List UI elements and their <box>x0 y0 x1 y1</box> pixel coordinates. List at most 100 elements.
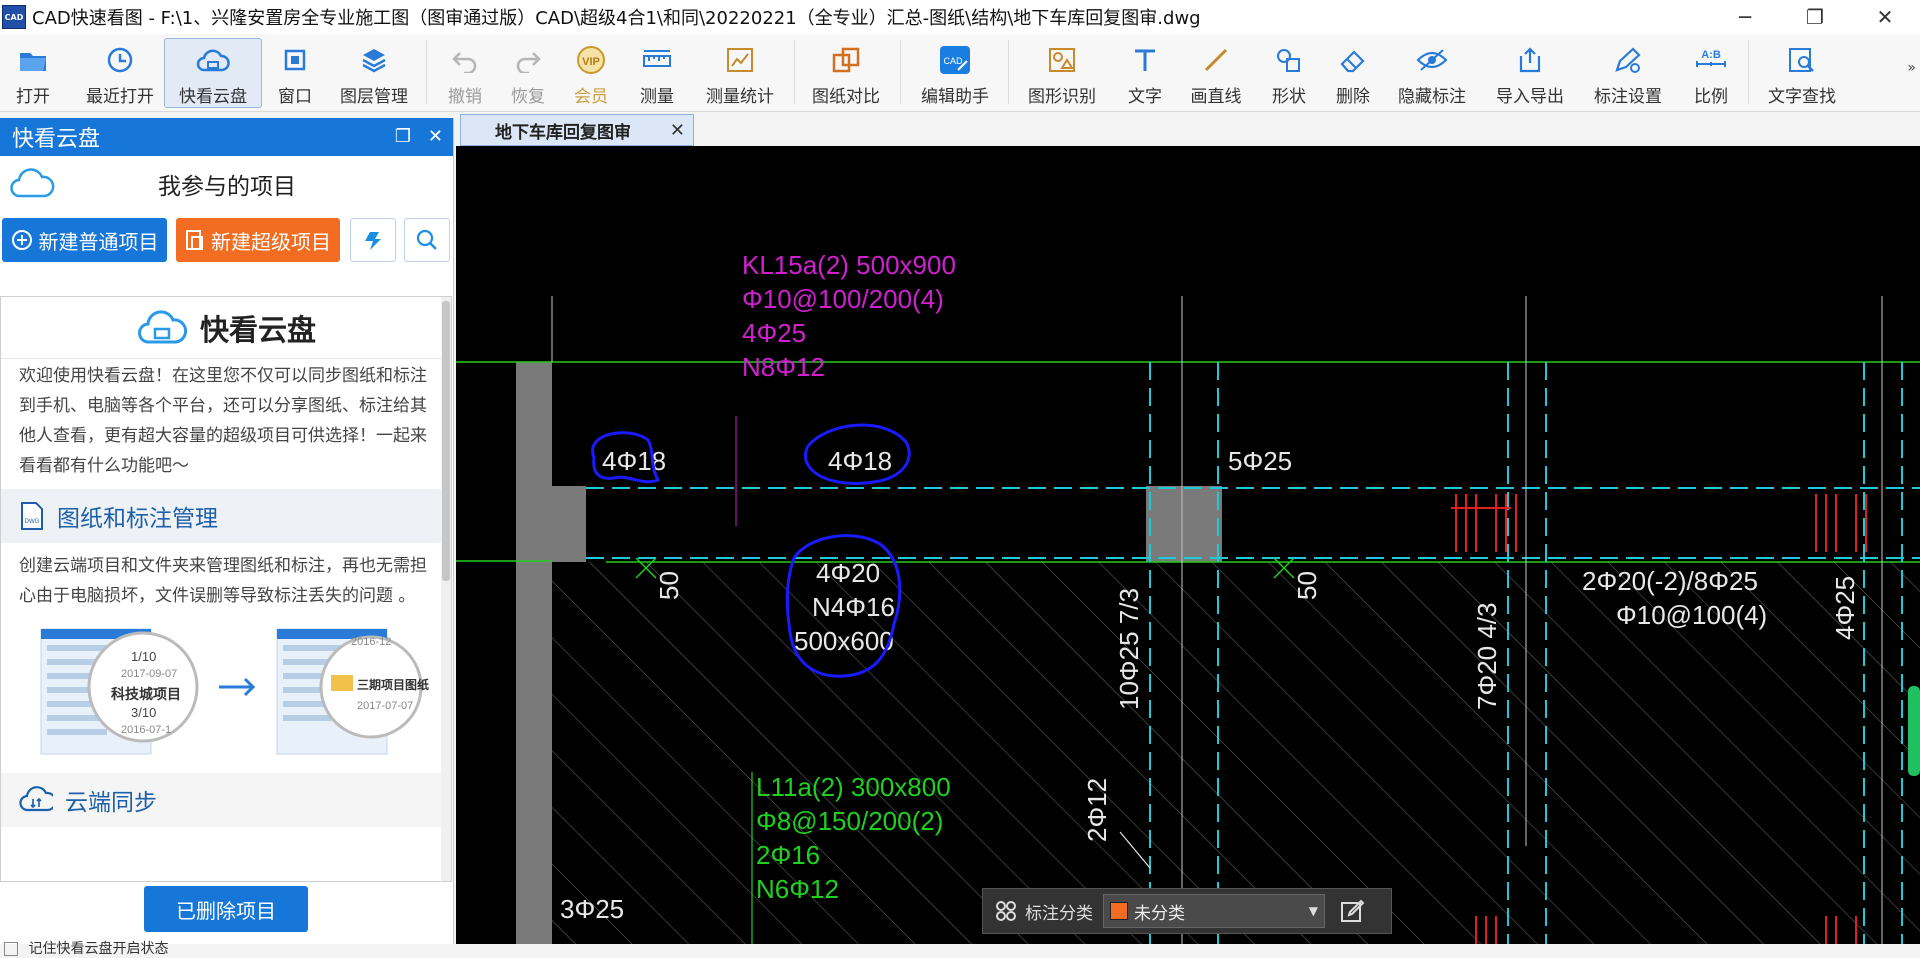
toolbar-separator <box>1008 40 1009 104</box>
edit-assistant-icon: CAD <box>938 42 972 78</box>
grid-menu-icon[interactable] <box>993 898 1019 924</box>
svg-text:N6Φ12: N6Φ12 <box>756 874 839 904</box>
window-title: CAD快速看图 - F:\1、兴隆安置房全专业施工图（图审通过版）CAD\超级4… <box>32 8 1201 29</box>
svg-text:2Φ12: 2Φ12 <box>1082 778 1112 842</box>
document-tab-bar: 地下车库回复图审 ✕ <box>456 112 1920 146</box>
project-section-title: 我参与的项目 <box>158 174 296 200</box>
feature-illustration: 1/10 2017-09-07 科技城项目 3/10 2016-07-1 201… <box>40 628 429 755</box>
panel-undock-icon[interactable]: ❐ <box>395 126 411 147</box>
sync-button[interactable] <box>350 218 396 262</box>
svg-text:7Φ20 4/3: 7Φ20 4/3 <box>1472 603 1502 711</box>
measure-stats-button[interactable]: 测量统计 <box>700 38 780 108</box>
ruler-icon <box>640 42 674 78</box>
svg-text:4Φ18: 4Φ18 <box>828 446 892 476</box>
svg-text:三期项目图纸: 三期项目图纸 <box>357 677 429 692</box>
window-button[interactable]: 窗口 <box>270 38 320 108</box>
minimize-button[interactable]: ─ <box>1710 0 1780 34</box>
annotation-settings-button[interactable]: 标注设置 <box>1590 38 1666 108</box>
intro-heading: 快看云盘 <box>1 297 451 359</box>
plus-circle-icon <box>11 230 32 250</box>
scale-icon: A:B <box>1694 42 1728 78</box>
close-window-button[interactable]: ✕ <box>1850 0 1920 34</box>
svg-text:2017-07-07: 2017-07-07 <box>357 700 413 712</box>
cloud-icon <box>196 43 230 78</box>
folder-icon <box>16 42 50 78</box>
vip-button[interactable]: VIP 会员 <box>566 38 616 108</box>
scrollbar-thumb[interactable] <box>442 301 450 581</box>
wall-left <box>516 362 552 944</box>
checkbox-box[interactable] <box>4 942 18 956</box>
layer-management-button[interactable]: 图层管理 <box>334 38 414 108</box>
redo-button[interactable]: 恢复 <box>503 38 553 108</box>
svg-text:VIP: VIP <box>582 56 600 68</box>
svg-text:Φ10@100(4): Φ10@100(4) <box>1616 600 1767 630</box>
canvas-scroll-indicator[interactable] <box>1908 686 1920 776</box>
title-bar: CAD CAD快速看图 - F:\1、兴隆安置房全专业施工图（图审通过版）CAD… <box>0 0 1920 34</box>
annotation-category-label: 标注分类 <box>1025 903 1093 924</box>
import-export-button[interactable]: 导入导出 <box>1492 38 1568 108</box>
cad-drawing-canvas[interactable]: KL15a(2) 500x900 Φ10@100/200(4) 4Φ25 N8Φ… <box>456 146 1920 944</box>
search-button[interactable] <box>404 218 450 262</box>
new-super-project-button[interactable]: 新建超级项目 <box>176 218 340 262</box>
toolbar-separator <box>1748 40 1749 104</box>
svg-text:2Φ20(-2)/8Φ25: 2Φ20(-2)/8Φ25 <box>1582 566 1758 596</box>
measure-button[interactable]: 测量 <box>632 38 682 108</box>
edit-assistant-button[interactable]: CAD 编辑助手 <box>916 38 994 108</box>
recent-open-button[interactable]: 最近打开 <box>74 38 166 108</box>
shape-recognize-icon <box>1045 42 1079 78</box>
edit-category-icon[interactable] <box>1339 897 1367 925</box>
shape-tool-button[interactable]: 形状 <box>1264 38 1314 108</box>
shape-recognition-button[interactable]: 图形识别 <box>1024 38 1100 108</box>
clock-icon <box>103 42 137 78</box>
intro-welcome-text: 欢迎使用快看云盘！在这里您不仅可以同步图纸和标注到手机、电脑等各个平台，还可以分… <box>19 366 427 476</box>
remember-state-checkbox[interactable]: 记住快看云盘开启状态 <box>0 938 168 958</box>
deleted-projects-button[interactable]: 已删除项目 <box>144 886 308 932</box>
annotation-category-select[interactable]: 未分类 ▼ <box>1103 894 1325 928</box>
svg-text:2017-09-07: 2017-09-07 <box>121 668 177 680</box>
svg-text:1/10: 1/10 <box>131 649 156 664</box>
section-cloud-sync: 云端同步 <box>1 773 451 827</box>
undo-button[interactable]: 撤销 <box>440 38 490 108</box>
import-export-icon <box>1513 42 1547 78</box>
text-tool-button[interactable]: 文字 <box>1120 38 1170 108</box>
line-icon <box>1199 42 1233 78</box>
svg-text:A:B: A:B <box>1701 49 1721 61</box>
hide-annotation-button[interactable]: 隐藏标注 <box>1394 38 1470 108</box>
shapes-icon <box>1272 42 1306 78</box>
svg-text:2Φ16: 2Φ16 <box>756 840 820 870</box>
intro-scrollbar[interactable] <box>441 297 451 881</box>
column-middle <box>1146 486 1222 562</box>
svg-text:Φ8@150/200(2): Φ8@150/200(2) <box>756 806 943 836</box>
svg-text:3Φ25: 3Φ25 <box>560 894 624 924</box>
scale-button[interactable]: A:B 比例 <box>1686 38 1736 108</box>
section-drawing-management: DWG 图纸和标注管理 <box>1 489 451 543</box>
magenta-note-line: Φ10@100/200(4) <box>742 284 944 314</box>
main-toolbar: 打开 最近打开 快看云盘 窗口 图层管理 撤销 恢复 VIP 会员 测量 测量统… <box>0 34 1920 112</box>
super-project-icon <box>186 230 203 250</box>
delete-button[interactable]: 删除 <box>1328 38 1378 108</box>
svg-text:4Φ20: 4Φ20 <box>816 558 880 588</box>
toolbar-overflow-button[interactable]: » <box>1907 60 1916 76</box>
cloud-intro-card: 快看云盘 欢迎使用快看云盘！在这里您不仅可以同步图纸和标注到手机、电脑等各个平台… <box>0 296 452 882</box>
dwg-file-icon: DWG <box>21 502 43 530</box>
toolbar-separator <box>426 40 427 104</box>
tab-close-icon[interactable]: ✕ <box>670 120 685 141</box>
layers-icon <box>357 42 391 78</box>
svg-text:4Φ25: 4Φ25 <box>1830 576 1860 640</box>
chevron-down-icon: ▼ <box>1308 904 1318 918</box>
open-button[interactable]: 打开 <box>4 38 62 108</box>
eye-hide-icon <box>1415 42 1449 78</box>
toolbar-separator <box>900 40 901 104</box>
draw-line-button[interactable]: 画直线 <box>1186 38 1246 108</box>
drawing-compare-button[interactable]: 图纸对比 <box>808 38 884 108</box>
cloud-drive-button[interactable]: 快看云盘 <box>164 38 262 108</box>
eraser-icon <box>1336 42 1370 78</box>
window-controls: ─ ❐ ✕ <box>1710 0 1920 34</box>
tab-underground-garage[interactable]: 地下车库回复图审 ✕ <box>460 114 694 146</box>
text-search-button[interactable]: 文字查找 <box>1764 38 1840 108</box>
redo-icon <box>511 42 545 78</box>
panel-close-icon[interactable]: ✕ <box>428 126 443 147</box>
cad-drawing[interactable]: KL15a(2) 500x900 Φ10@100/200(4) 4Φ25 N8Φ… <box>456 146 1920 944</box>
new-normal-project-button[interactable]: 新建普通项目 <box>2 218 167 262</box>
restore-button[interactable]: ❐ <box>1780 0 1850 34</box>
